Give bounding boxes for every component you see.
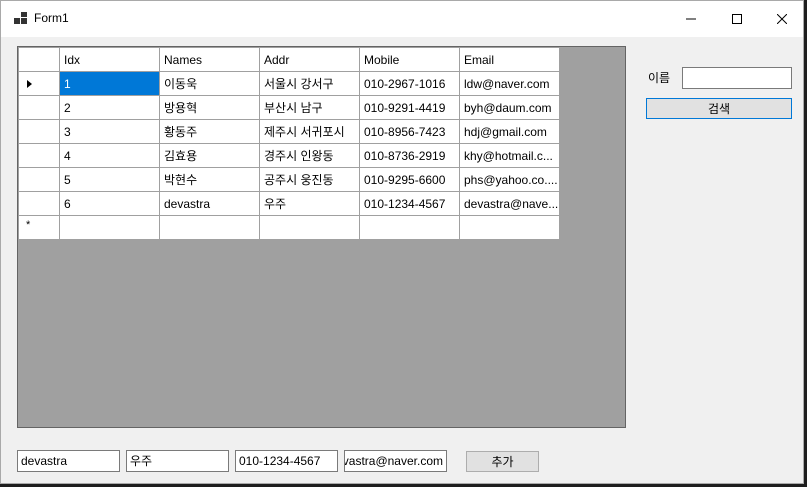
grid-cell-idx[interactable]: 6 [59,191,160,216]
grid-cell-mobile[interactable] [359,215,460,240]
name-input[interactable]: devastra [17,450,120,472]
new-row[interactable]: * [18,215,560,240]
grid-cell-addr[interactable]: 서울시 강서구 [259,71,360,96]
grid-cell-email[interactable]: ldw@naver.com [459,71,560,96]
grid-cell-addr[interactable]: 경주시 인왕동 [259,143,360,168]
table-row[interactable]: 2 방용혁 부산시 남구 010-9291-4419 byh@daum.com [18,95,560,120]
grid-cell-names[interactable]: 박현수 [159,167,260,192]
current-row-arrow-icon [27,80,32,88]
grid-cell-addr[interactable]: 우주 [259,191,360,216]
search-name-input[interactable] [682,67,792,89]
column-header-idx[interactable]: Idx [59,47,160,72]
form-window: Form1 Idx Names Addr Mobile Email 1 이동욱 … [0,0,804,484]
grid-cell-idx[interactable]: 1 [59,71,160,96]
mobile-input[interactable]: 010-1234-4567 [235,450,338,472]
minimize-icon [686,18,696,20]
minimize-button[interactable] [668,1,714,37]
grid-cell-idx[interactable]: 3 [59,119,160,144]
row-header[interactable] [18,71,60,96]
grid-cell-email[interactable]: phs@yahoo.co.... [459,167,560,192]
grid-cell-mobile[interactable]: 010-1234-4567 [359,191,460,216]
grid-cell-mobile[interactable]: 010-8736-2919 [359,143,460,168]
table-row[interactable]: 3 황동주 제주시 서귀포시 010-8956-7423 hdj@gmail.c… [18,119,560,144]
title-bar[interactable]: Form1 [1,1,803,37]
addr-input[interactable]: 우주 [126,450,229,472]
grid-cell-email[interactable]: devastra@nave... [459,191,560,216]
search-button[interactable]: 검색 [646,98,792,119]
row-header[interactable] [18,95,60,120]
table-row[interactable]: 4 김효용 경주시 인왕동 010-8736-2919 khy@hotmail.… [18,143,560,168]
column-header-names[interactable]: Names [159,47,260,72]
form-app-icon [14,12,27,24]
grid-cell-names[interactable]: 방용혁 [159,95,260,120]
grid-cell-idx[interactable] [59,215,160,240]
column-header-addr[interactable]: Addr [259,47,360,72]
data-grid-view[interactable]: Idx Names Addr Mobile Email 1 이동욱 서울시 강서… [17,46,626,428]
search-name-label: 이름 [648,71,671,85]
grid-cell-mobile[interactable]: 010-8956-7423 [359,119,460,144]
table-row[interactable]: 6 devastra 우주 010-1234-4567 devastra@nav… [18,191,560,216]
grid-cell-addr[interactable]: 제주시 서귀포시 [259,119,360,144]
grid-corner-header[interactable] [18,47,60,72]
grid-cell-addr[interactable] [259,215,360,240]
row-header[interactable] [18,191,60,216]
grid-cell-names[interactable]: 황동주 [159,119,260,144]
grid-cell-mobile[interactable]: 010-9295-6600 [359,167,460,192]
grid-cell-addr[interactable]: 부산시 남구 [259,95,360,120]
grid-cell-idx[interactable]: 5 [59,167,160,192]
grid-cell-names[interactable]: devastra [159,191,260,216]
grid-cell-email[interactable]: khy@hotmail.c... [459,143,560,168]
table-row[interactable]: 5 박현수 공주시 웅진동 010-9295-6600 phs@yahoo.co… [18,167,560,192]
grid-header-row: Idx Names Addr Mobile Email [18,47,560,72]
new-row-header[interactable]: * [18,215,60,240]
close-icon [777,14,787,24]
maximize-button[interactable] [714,1,760,37]
row-header[interactable] [18,119,60,144]
new-row-star-icon: * [26,219,31,231]
close-button[interactable] [759,1,805,37]
grid-cell-mobile[interactable]: 010-9291-4419 [359,95,460,120]
column-header-email[interactable]: Email [459,47,560,72]
grid-cell-names[interactable]: 김효용 [159,143,260,168]
grid-cell-addr[interactable]: 공주시 웅진동 [259,167,360,192]
grid-cell-names[interactable]: 이동욱 [159,71,260,96]
row-header[interactable] [18,167,60,192]
window-title: Form1 [34,11,69,25]
column-header-mobile[interactable]: Mobile [359,47,460,72]
email-input[interactable]: devastra@naver.com [344,450,447,472]
data-grid-table: Idx Names Addr Mobile Email 1 이동욱 서울시 강서… [18,47,560,240]
add-button[interactable]: 추가 [466,451,539,472]
grid-cell-email[interactable]: byh@daum.com [459,95,560,120]
grid-cell-email[interactable] [459,215,560,240]
grid-cell-names[interactable] [159,215,260,240]
grid-cell-idx[interactable]: 2 [59,95,160,120]
maximize-icon [732,14,742,24]
grid-cell-email[interactable]: hdj@gmail.com [459,119,560,144]
grid-cell-mobile[interactable]: 010-2967-1016 [359,71,460,96]
email-input-text: devastra@naver.com [344,454,443,468]
grid-cell-idx[interactable]: 4 [59,143,160,168]
table-row[interactable]: 1 이동욱 서울시 강서구 010-2967-1016 ldw@naver.co… [18,71,560,96]
row-header[interactable] [18,143,60,168]
